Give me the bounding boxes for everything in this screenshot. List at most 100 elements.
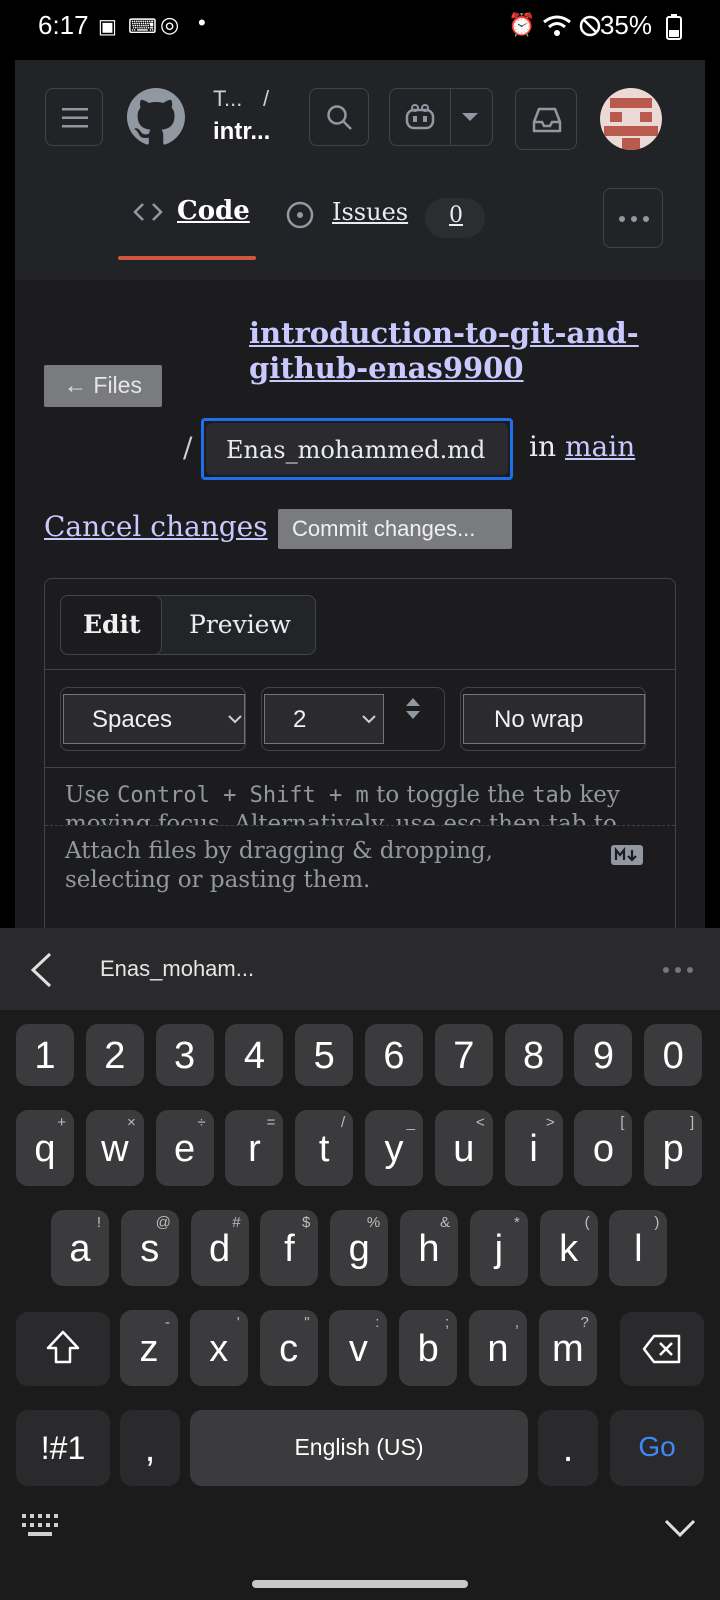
commit-changes-button[interactable]: Commit changes... <box>278 509 512 549</box>
key-9[interactable]: 9 <box>574 1024 633 1086</box>
issues-counter-badge: 0 <box>425 198 485 238</box>
key-7[interactable]: 7 <box>434 1024 493 1086</box>
key-c[interactable]: c " <box>259 1310 318 1386</box>
github-logo-icon[interactable] <box>127 88 185 146</box>
key-w[interactable]: w × <box>85 1110 144 1186</box>
key-b[interactable]: b; <box>399 1310 458 1386</box>
filename-input[interactable]: Enas_mohammed.md <box>206 423 508 475</box>
more-tabs-button[interactable] <box>603 188 663 248</box>
menu-button[interactable] <box>45 88 103 146</box>
key-x[interactable]: x ' <box>189 1310 248 1386</box>
key-u[interactable]: u < <box>434 1110 493 1186</box>
key-i[interactable]: i > <box>504 1110 563 1186</box>
suggestion-text[interactable]: Enas_moham... <box>100 956 254 982</box>
key-2[interactable]: 2 <box>85 1024 144 1086</box>
comma-key[interactable]: , <box>120 1410 180 1486</box>
shift-key[interactable] <box>16 1312 110 1386</box>
indent-mode-select[interactable]: Spaces <box>63 694 245 744</box>
instagram-icon: ◎ <box>160 12 180 37</box>
editor-box: Edit Preview Spaces 2 No wrap Use Contro… <box>44 578 676 930</box>
key-y[interactable]: y _ <box>365 1110 423 1186</box>
stepper-arrows-icon[interactable] <box>406 698 420 720</box>
key-g[interactable]: g% <box>330 1210 389 1286</box>
files-button[interactable]: ← Files <box>44 365 162 407</box>
home-indicator[interactable] <box>252 1580 468 1588</box>
copilot-button[interactable] <box>389 88 493 146</box>
key-l[interactable]: l) <box>609 1210 668 1286</box>
user-avatar[interactable] <box>600 88 662 150</box>
hide-keyboard-icon[interactable] <box>664 1518 696 1538</box>
breadcrumb-separator: / <box>263 86 270 111</box>
key-z[interactable]: z- <box>120 1310 178 1386</box>
key-k[interactable]: k( <box>539 1210 598 1286</box>
key-d[interactable]: d # <box>190 1210 249 1286</box>
key-0[interactable]: 0 <box>644 1024 703 1086</box>
hint-line-2: moving focus. Alternatively, use esc the… <box>65 811 617 825</box>
tab-preview-label: Preview <box>189 610 291 639</box>
key-a[interactable]: a! <box>51 1210 109 1286</box>
status-bar: 6:17 ▣ ⌨ ◎ • ⏰ 35% <box>0 0 720 52</box>
keyboard-toolbar: Enas_moham... <box>0 928 720 1010</box>
copilot-icon <box>405 104 435 130</box>
triangle-down-icon[interactable] <box>462 113 478 123</box>
key-1[interactable]: 1 <box>16 1024 74 1086</box>
keyboard-switch-icon[interactable] <box>22 1514 60 1538</box>
more-options-icon[interactable] <box>662 966 694 974</box>
key-e[interactable]: e ÷ <box>155 1110 214 1186</box>
key-f[interactable]: f $ <box>260 1210 319 1286</box>
hint-shortcut: Control + Shift + m <box>117 783 369 808</box>
key-t[interactable]: t / <box>295 1110 354 1186</box>
symbols-key[interactable]: !#1 <box>16 1410 110 1486</box>
chevron-down-icon <box>228 715 242 724</box>
issues-count: 0 <box>449 203 463 228</box>
indent-size-select[interactable]: 2 <box>264 694 384 744</box>
key-n[interactable]: n, <box>469 1310 527 1386</box>
period-key[interactable]: . <box>538 1410 598 1486</box>
indent-size-wrapper: 2 <box>261 687 445 751</box>
attach-files-hint[interactable]: Attach files by dragging & dropping, sel… <box>65 837 585 895</box>
filename-input-focus: Enas_mohammed.md <box>201 418 513 480</box>
indent-mode-value: Spaces <box>92 706 173 733</box>
in-branch-text: in <box>529 430 556 463</box>
repo-link[interactable]: introduction-to-git-and-github-enas9900 <box>249 316 649 386</box>
tab-edit[interactable]: Edit <box>60 595 162 655</box>
shift-icon <box>46 1330 80 1364</box>
search-button[interactable] <box>309 88 369 146</box>
github-header: T... / intr... Code Issues 0 <box>15 60 705 280</box>
key-5[interactable]: 5 <box>295 1024 354 1086</box>
tab-preview[interactable]: Preview <box>169 596 315 654</box>
repo-name[interactable]: intr... <box>213 118 270 146</box>
wrap-mode-select[interactable]: No wrap <box>463 694 645 744</box>
backspace-key[interactable] <box>620 1312 704 1386</box>
key-q[interactable]: q + <box>16 1110 74 1186</box>
commit-changes-label: Commit changes... <box>292 516 476 541</box>
cancel-changes-link[interactable]: Cancel changes <box>44 510 268 543</box>
divider <box>45 669 675 670</box>
key-v[interactable]: v: <box>329 1310 388 1386</box>
inbox-icon <box>532 107 562 133</box>
owner-name[interactable]: T... <box>213 86 242 112</box>
kebab-horizontal-icon <box>619 216 649 222</box>
key-6[interactable]: 6 <box>365 1024 423 1086</box>
key-h[interactable]: h & <box>400 1210 458 1286</box>
key-p[interactable]: p] <box>644 1110 703 1186</box>
dot-icon: • <box>198 10 206 35</box>
active-tab-indicator <box>118 256 256 260</box>
key-3[interactable]: 3 <box>155 1024 214 1086</box>
key-o[interactable]: o[ <box>574 1110 633 1186</box>
chevron-down-icon <box>362 715 376 724</box>
key-r[interactable]: r = <box>225 1110 284 1186</box>
key-s[interactable]: s @ <box>120 1210 179 1286</box>
space-key[interactable]: English (US) <box>190 1410 528 1486</box>
inbox-button[interactable] <box>515 88 577 150</box>
key-j[interactable]: j * <box>469 1210 528 1286</box>
key-m[interactable]: m? <box>538 1310 597 1386</box>
key-8[interactable]: 8 <box>504 1024 563 1086</box>
back-arrow-icon[interactable] <box>30 952 52 988</box>
indent-mode-wrapper: Spaces <box>60 687 246 751</box>
tab-key-hint: Use Control + Shift + m to toggle the ta… <box>65 781 665 825</box>
markdown-icon <box>611 845 643 865</box>
go-key[interactable]: Go <box>610 1410 704 1486</box>
branch-link[interactable]: main <box>565 430 635 463</box>
key-4[interactable]: 4 <box>225 1024 284 1086</box>
